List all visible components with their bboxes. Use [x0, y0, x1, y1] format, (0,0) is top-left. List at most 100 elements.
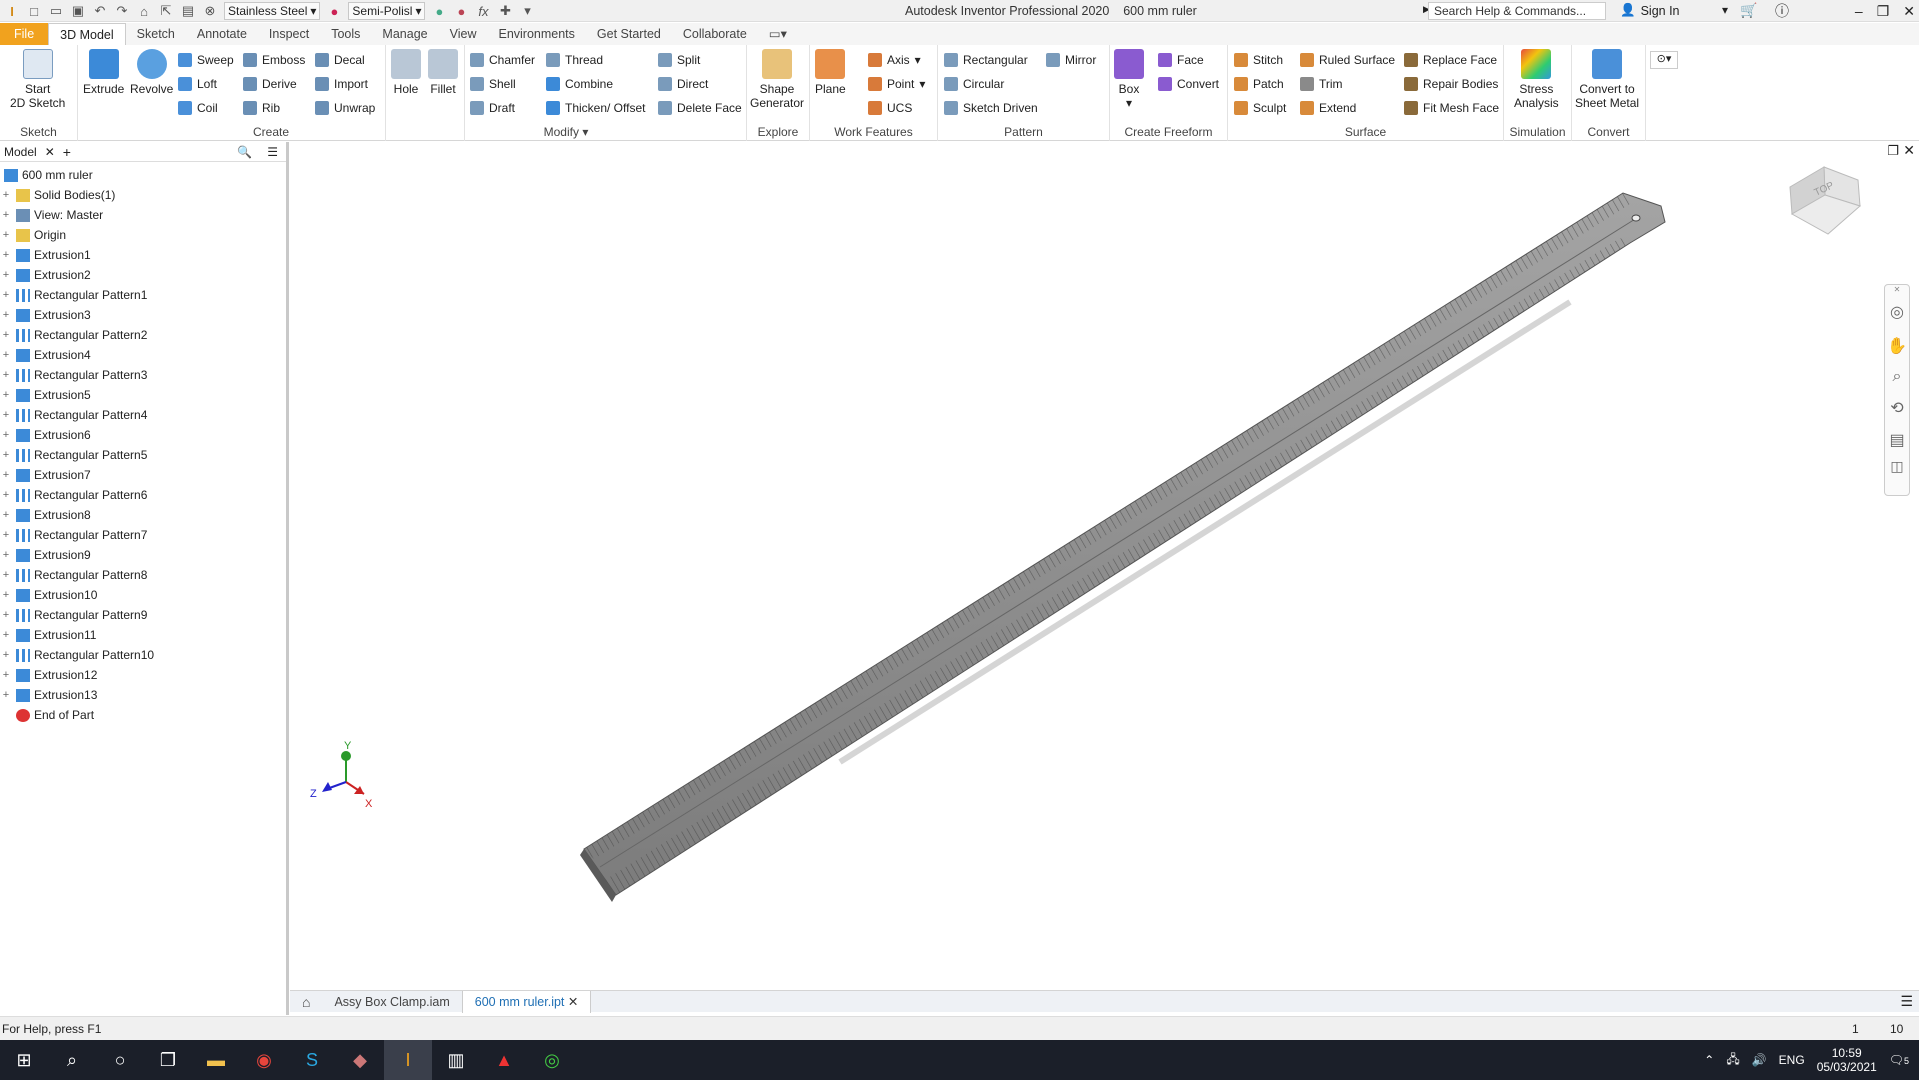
thicken-offset-button[interactable]: Thicken/ Offset [546, 99, 645, 117]
tree-item[interactable]: + Extrusion7 [0, 465, 286, 485]
zoom-icon[interactable]: ⌕ [1885, 368, 1909, 386]
sweep-button[interactable]: Sweep [178, 51, 234, 69]
close-icon[interactable]: ✕ [568, 995, 578, 1009]
open-icon[interactable]: ▭ [48, 3, 64, 19]
panel-options-icon[interactable]: ▭▾ [758, 23, 798, 45]
add-icon[interactable]: ✚ [497, 3, 513, 19]
expand-icon[interactable]: + [0, 269, 12, 281]
emboss-button[interactable]: Emboss [243, 51, 305, 69]
steering-wheel-icon[interactable]: ◎ [1885, 302, 1909, 322]
stitch-button[interactable]: Stitch [1234, 51, 1283, 69]
tree-item[interactable]: + Rectangular Pattern8 [0, 565, 286, 585]
tree-item[interactable]: + Extrusion2 [0, 265, 286, 285]
expand-icon[interactable]: + [0, 669, 12, 681]
expand-icon[interactable]: + [0, 469, 12, 481]
expand-icon[interactable]: + [0, 589, 12, 601]
volume-icon[interactable]: 🔊 [1752, 1053, 1767, 1067]
tree-item[interactable]: + Rectangular Pattern1 [0, 285, 286, 305]
ruler-model[interactable]: Y X Z TOP [290, 142, 1919, 990]
graphics-window[interactable]: ❐ ✕ Y X Z TOP ✕ ◎ ✋ ⌕ ⟲ ▤ ◫ [290, 142, 1919, 990]
tree-item[interactable]: + Rectangular Pattern5 [0, 445, 286, 465]
tree-item[interactable]: + Extrusion8 [0, 505, 286, 525]
chevron-up-icon[interactable]: ⌃ [1704, 1053, 1714, 1067]
expand-icon[interactable]: + [0, 569, 12, 581]
start-icon[interactable]: ⊞ [0, 1040, 48, 1080]
modify-dropdown[interactable]: Modify ▾ [386, 125, 746, 139]
direct-button[interactable]: Direct [658, 75, 708, 93]
tab-get-started[interactable]: Get Started [586, 23, 672, 45]
tree-item[interactable]: + Extrusion3 [0, 305, 286, 325]
rectangular-pattern-button[interactable]: Rectangular [944, 51, 1028, 69]
patch-button[interactable]: Patch [1234, 75, 1284, 93]
expand-icon[interactable]: + [0, 329, 12, 341]
tree-item[interactable]: + View: Master [0, 205, 286, 225]
combine-button[interactable]: Combine [546, 75, 613, 93]
tree-item[interactable]: + Rectangular Pattern4 [0, 405, 286, 425]
tree-item[interactable]: + Rectangular Pattern9 [0, 605, 286, 625]
menu-icon[interactable]: ☰ [267, 145, 278, 159]
face-button[interactable]: Face [1158, 51, 1204, 69]
notification-icon[interactable]: 🗨5 [1889, 1053, 1909, 1067]
tab-600mm-ruler[interactable]: 600 mm ruler.ipt ✕ [461, 990, 592, 1013]
green-app-icon[interactable]: ◎ [528, 1040, 576, 1080]
unwrap-button[interactable]: Unwrap [315, 99, 375, 117]
network-icon[interactable]: 🖧 [1726, 1050, 1739, 1071]
derive-button[interactable]: Derive [243, 75, 297, 93]
cart-icon[interactable]: 🛒 [1740, 2, 1757, 19]
tree-root[interactable]: 600 mm ruler [0, 165, 286, 185]
select-icon[interactable]: ⇱ [158, 3, 174, 19]
tree-item[interactable]: + Rectangular Pattern10 [0, 645, 286, 665]
fillet-button[interactable]: Fillet [428, 49, 458, 96]
expand-icon[interactable]: + [0, 369, 12, 381]
sketch-driven-button[interactable]: Sketch Driven [944, 99, 1038, 117]
restore-icon[interactable]: ❐ [1877, 3, 1890, 20]
shape-generator-button[interactable]: Shape Generator [750, 49, 804, 110]
expand-icon[interactable]: + [0, 489, 12, 501]
expand-icon[interactable]: + [0, 529, 12, 541]
expand-icon[interactable]: + [0, 449, 12, 461]
tree-item[interactable]: + Origin [0, 225, 286, 245]
language-indicator[interactable]: ENG [1779, 1053, 1805, 1067]
material-select[interactable]: Stainless Steel ▾ [224, 2, 321, 20]
repair-bodies-button[interactable]: Repair Bodies [1404, 75, 1498, 93]
sign-in-button[interactable]: 👤 Sign In [1620, 3, 1680, 18]
undo-icon[interactable]: ↶ [92, 3, 108, 19]
adjust-icon[interactable]: ● [453, 3, 469, 19]
tree-item[interactable]: + Extrusion1 [0, 245, 286, 265]
expand-icon[interactable]: + [0, 409, 12, 421]
import-button[interactable]: Import [315, 75, 368, 93]
update-icon[interactable]: ▤ [180, 3, 196, 19]
save-icon[interactable]: ▣ [70, 3, 86, 19]
sculpt-button[interactable]: Sculpt [1234, 99, 1286, 117]
cortana-icon[interactable]: ○ [96, 1040, 144, 1080]
trim-button[interactable]: Trim [1300, 75, 1343, 93]
redo-icon[interactable]: ↷ [114, 3, 130, 19]
expand-icon[interactable]: + [0, 349, 12, 361]
parameters-icon[interactable]: fx [475, 3, 491, 19]
search-input[interactable]: Search Help & Commands... [1428, 2, 1606, 20]
thread-button[interactable]: Thread [546, 51, 603, 69]
tab-environments[interactable]: Environments [487, 23, 585, 45]
tree-item[interactable]: + Extrusion13 [0, 685, 286, 705]
convert-sheet-metal-button[interactable]: Convert to Sheet Metal [1575, 49, 1639, 110]
rib-button[interactable]: Rib [243, 99, 280, 117]
mirror-button[interactable]: Mirror [1046, 51, 1096, 69]
minimize-icon[interactable]: – [1855, 3, 1863, 19]
home-icon[interactable]: ⌂ [136, 3, 152, 19]
expand-icon[interactable]: + [0, 549, 12, 561]
expand-icon[interactable]: + [0, 649, 12, 661]
tree-item[interactable]: + Extrusion11 [0, 625, 286, 645]
tab-manage[interactable]: Manage [371, 23, 438, 45]
expand-icon[interactable]: + [0, 389, 12, 401]
tree-item[interactable]: + Extrusion5 [0, 385, 286, 405]
expand-icon[interactable]: + [0, 209, 12, 221]
pan-icon[interactable]: ✋ [1885, 336, 1909, 356]
clear-appearance-icon[interactable]: ● [431, 3, 447, 19]
expand-icon[interactable]: + [0, 189, 12, 201]
tree-item[interactable]: + Rectangular Pattern7 [0, 525, 286, 545]
view-cube[interactable]: TOP [1789, 166, 1861, 235]
split-button[interactable]: Split [658, 51, 700, 69]
tab-inspect[interactable]: Inspect [258, 23, 320, 45]
tree-item[interactable]: + Extrusion4 [0, 345, 286, 365]
tree-item[interactable]: + Rectangular Pattern6 [0, 485, 286, 505]
